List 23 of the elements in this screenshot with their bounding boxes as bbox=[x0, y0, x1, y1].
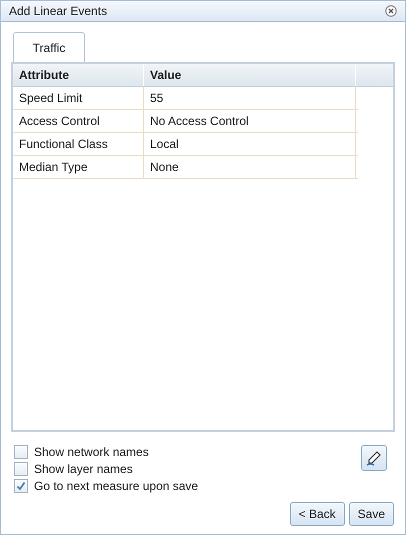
window-title: Add Linear Events bbox=[9, 3, 108, 20]
checkbox-label: Show layer names bbox=[34, 460, 133, 478]
checkbox-label: Show network names bbox=[34, 444, 149, 460]
checkbox[interactable] bbox=[14, 462, 28, 476]
column-header[interactable]: Attribute bbox=[13, 64, 144, 86]
checkbox-label: Go to next measure upon save bbox=[34, 478, 198, 494]
column-header[interactable]: Value bbox=[144, 64, 356, 86]
close-icon[interactable] bbox=[385, 5, 397, 17]
table-cell[interactable]: Local bbox=[144, 133, 356, 155]
back-button[interactable]: < Back bbox=[290, 502, 345, 526]
table-cell[interactable]: Speed Limit bbox=[13, 87, 144, 109]
pen-icon bbox=[366, 450, 382, 466]
edit-button[interactable] bbox=[361, 445, 387, 471]
table-cell[interactable]: 55 bbox=[144, 87, 356, 109]
save-button[interactable]: Save bbox=[348, 502, 394, 526]
tab[interactable]: Traffic bbox=[13, 32, 85, 62]
checkbox[interactable] bbox=[14, 444, 28, 458]
checkbox[interactable] bbox=[14, 478, 28, 492]
table-cell[interactable]: Access Control bbox=[13, 110, 144, 132]
table-cell[interactable]: None bbox=[144, 156, 356, 178]
table-cell[interactable]: Functional Class bbox=[13, 133, 144, 155]
table-cell[interactable]: No Access Control bbox=[144, 110, 356, 132]
table-cell[interactable]: Median Type bbox=[13, 156, 144, 178]
